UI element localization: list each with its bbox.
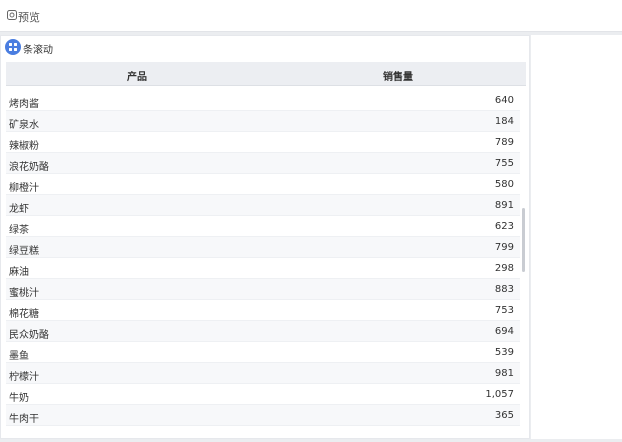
table-row[interactable]: 牛肉干 365 bbox=[6, 405, 520, 426]
table-row[interactable]: 柠檬汁 981 bbox=[6, 363, 520, 384]
sales-cell: 580 bbox=[494, 179, 514, 190]
product-cell: 绿豆糕 bbox=[9, 246, 39, 257]
table-header: 产品 销售量 bbox=[6, 62, 526, 86]
sales-cell: 891 bbox=[494, 200, 514, 211]
sales-cell: 184 bbox=[494, 116, 514, 127]
right-pane bbox=[531, 35, 622, 439]
product-cell: 麻油 bbox=[9, 267, 29, 278]
table-row[interactable]: 牛奶 1,057 bbox=[6, 384, 520, 405]
top-toolbar: 预览 bbox=[0, 0, 622, 32]
table-row[interactable]: 烤肉酱 640 bbox=[6, 90, 520, 111]
product-cell: 龙虾 bbox=[9, 204, 29, 215]
preview-icon[interactable] bbox=[7, 10, 17, 20]
product-cell: 烤肉酱 bbox=[9, 99, 39, 110]
table-row[interactable]: 辣椒粉 789 bbox=[6, 132, 520, 153]
table-row[interactable]: 麻油 298 bbox=[6, 258, 520, 279]
product-cell: 牛肉干 bbox=[9, 414, 39, 425]
column-header-product[interactable]: 产品 bbox=[127, 68, 147, 83]
table-row[interactable]: 绿豆糕 799 bbox=[6, 237, 520, 258]
sales-cell: 789 bbox=[494, 137, 514, 148]
preview-label[interactable]: 预览 bbox=[18, 9, 40, 25]
sales-cell: 640 bbox=[494, 95, 514, 106]
product-cell: 浪花奶酪 bbox=[9, 162, 49, 173]
table-row[interactable]: 矿泉水 184 bbox=[6, 111, 520, 132]
table-row[interactable]: 墨鱼 539 bbox=[6, 342, 520, 363]
column-header-sales[interactable]: 销售量 bbox=[383, 68, 413, 83]
product-cell: 民众奶酪 bbox=[9, 330, 49, 341]
table-row[interactable]: 蜜桃汁 883 bbox=[6, 279, 520, 300]
grid-icon[interactable] bbox=[5, 39, 21, 55]
table-row[interactable]: 绿茶 623 bbox=[6, 216, 520, 237]
table-row[interactable]: 浪花奶酪 755 bbox=[6, 153, 520, 174]
sales-cell: 981 bbox=[494, 368, 514, 379]
product-cell: 柠檬汁 bbox=[9, 372, 39, 383]
sales-cell: 365 bbox=[494, 410, 514, 421]
product-cell: 蜜桃汁 bbox=[9, 288, 39, 299]
sales-cell: 799 bbox=[494, 242, 514, 253]
sales-cell: 883 bbox=[494, 284, 514, 295]
product-cell: 棉花糖 bbox=[9, 309, 39, 320]
table-row[interactable]: 民众奶酪 694 bbox=[6, 321, 520, 342]
table-row[interactable]: 棉花糖 753 bbox=[6, 300, 520, 321]
product-cell: 柳橙汁 bbox=[9, 183, 39, 194]
table-widget-panel: 条滚动 产品 销售量 烤肉酱 640 矿泉水 184 辣椒粉 789 浪花奶酪 755 柳橙汁 5… bbox=[0, 35, 530, 439]
sales-cell: 298 bbox=[494, 263, 514, 274]
product-cell: 矿泉水 bbox=[9, 120, 39, 131]
product-cell: 墨鱼 bbox=[9, 351, 29, 362]
sales-cell: 753 bbox=[494, 305, 514, 316]
product-cell: 绿茶 bbox=[9, 225, 29, 236]
widget-title: 条滚动 bbox=[23, 45, 53, 56]
product-cell: 牛奶 bbox=[9, 393, 29, 404]
data-table: 产品 销售量 烤肉酱 640 矿泉水 184 辣椒粉 789 浪花奶酪 755 柳橙汁 580 龙虾… bbox=[6, 62, 526, 437]
vertical-scrollbar[interactable] bbox=[522, 208, 525, 272]
sales-cell: 1,057 bbox=[485, 389, 514, 400]
table-row[interactable]: 龙虾 891 bbox=[6, 195, 520, 216]
sales-cell: 539 bbox=[494, 347, 514, 358]
sales-cell: 623 bbox=[494, 221, 514, 232]
product-cell: 辣椒粉 bbox=[9, 141, 39, 152]
sales-cell: 694 bbox=[494, 326, 514, 337]
table-row[interactable]: 柳橙汁 580 bbox=[6, 174, 520, 195]
sales-cell: 755 bbox=[494, 158, 514, 169]
